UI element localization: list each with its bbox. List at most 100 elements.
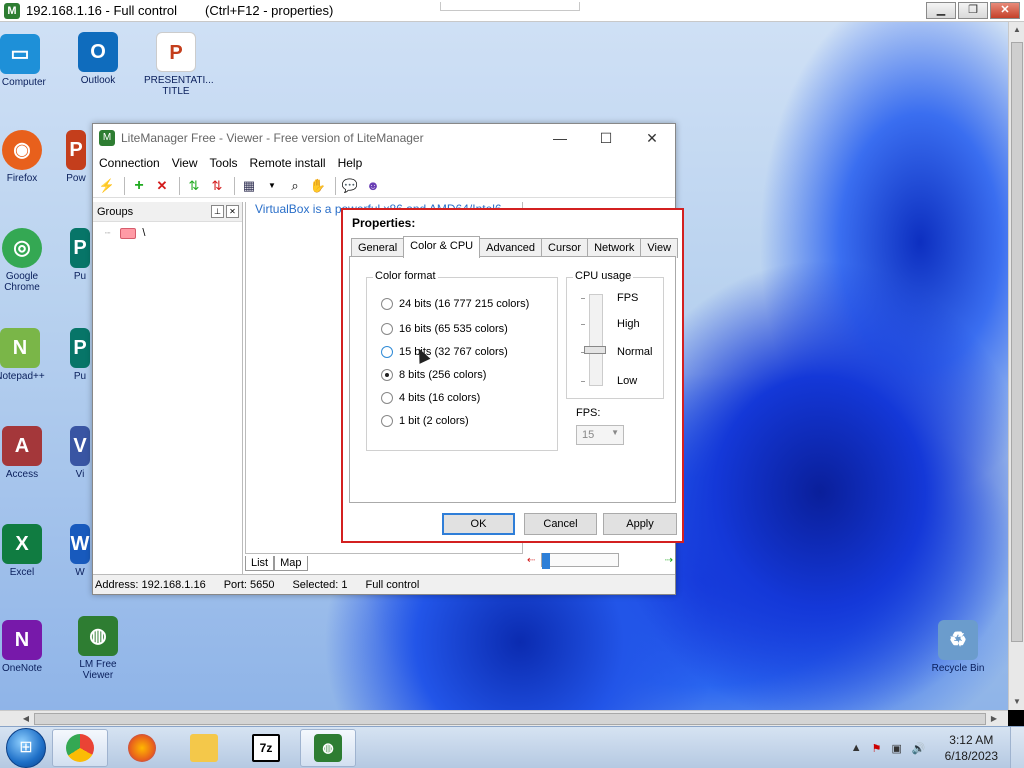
lm-titlebar: M LiteManager Free - Viewer - Free versi… bbox=[93, 124, 675, 152]
hand-icon[interactable]: ✋ bbox=[308, 176, 328, 196]
color-option-8bit[interactable]: 8 bits (256 colors) bbox=[381, 369, 486, 381]
desktop-icon-firefox[interactable]: ◉ Firefox bbox=[0, 130, 54, 184]
scroll-down-icon[interactable]: ▼ bbox=[1009, 694, 1024, 710]
menu-remote-install[interactable]: Remote install bbox=[250, 156, 326, 170]
desktop-icon-access[interactable]: A Access bbox=[0, 426, 54, 480]
desktop-icon-label: W bbox=[75, 567, 85, 578]
scroll-up-icon[interactable]: ▲ bbox=[1009, 22, 1024, 38]
color-option-16bit[interactable]: 16 bits (65 535 colors) bbox=[381, 323, 508, 335]
radio-button[interactable] bbox=[381, 346, 393, 358]
pin-icon[interactable]: ⊥ bbox=[211, 205, 224, 218]
vertical-scrollbar[interactable]: ▲ ▼ bbox=[1008, 22, 1024, 710]
lm-minimize-button[interactable]: — bbox=[537, 124, 583, 152]
tab-list[interactable]: List bbox=[245, 556, 275, 571]
menu-connection[interactable]: Connection bbox=[99, 156, 160, 170]
clock[interactable]: 3:12 AM 6/18/2023 bbox=[945, 732, 998, 764]
tree-root[interactable]: ┈ \ bbox=[93, 222, 242, 239]
radio-button[interactable] bbox=[381, 392, 393, 404]
network-icon[interactable]: ▣ bbox=[892, 742, 902, 755]
cpu-level-fps: FPS bbox=[617, 292, 639, 304]
desktop-icon-onenote[interactable]: N OneNote bbox=[0, 620, 54, 674]
volume-icon[interactable]: 🔊 bbox=[912, 742, 926, 755]
connect-icon[interactable]: ⚡ bbox=[97, 176, 117, 196]
user-group-icon[interactable]: ☻ bbox=[363, 176, 383, 196]
vertical-scrollbar-thumb[interactable] bbox=[1011, 42, 1023, 642]
view-mode-icon[interactable]: ▦ bbox=[239, 176, 259, 196]
desktop-icon-lm-viewer[interactable]: ◍ LM Free Viewer bbox=[66, 616, 130, 681]
desktop-icon-recycle-bin[interactable]: ♻ Recycle Bin bbox=[926, 620, 990, 674]
desktop-icon-computer[interactable]: ▭ y Computer bbox=[0, 34, 52, 88]
minimize-button[interactable]: ▁ bbox=[926, 2, 956, 19]
show-desktop-button[interactable] bbox=[1010, 727, 1024, 768]
scroll-right-icon[interactable]: ▶ bbox=[986, 711, 1002, 727]
close-panel-icon[interactable]: ✕ bbox=[226, 205, 239, 218]
tab-color-cpu[interactable]: Color & CPU bbox=[403, 236, 481, 258]
swap-icon[interactable]: ⇅ bbox=[207, 176, 227, 196]
desktop-icon-label: Firefox bbox=[6, 173, 38, 184]
zoom-out-icon[interactable]: ⇠ bbox=[527, 555, 535, 566]
desktop-icon-outlook[interactable]: O Outlook bbox=[66, 32, 130, 86]
color-option-15bit[interactable]: 15 bits (32 767 colors) bbox=[381, 346, 508, 358]
close-button[interactable]: ✕ bbox=[990, 2, 1020, 19]
tab-view[interactable]: View bbox=[640, 238, 679, 258]
start-button[interactable]: ⊞ bbox=[6, 727, 46, 768]
refresh-icon[interactable]: ⇅ bbox=[184, 176, 204, 196]
delete-icon[interactable]: ✕ bbox=[152, 176, 172, 196]
status-port: Port: 5650 bbox=[223, 578, 275, 591]
groups-panel: Groups ⊥ ✕ ┈ \ bbox=[93, 202, 243, 576]
restore-button[interactable]: ❐ bbox=[958, 2, 988, 19]
apply-button[interactable]: Apply bbox=[603, 513, 677, 535]
dropdown-arrow-icon[interactable]: ▼ bbox=[262, 176, 282, 196]
menu-tools[interactable]: Tools bbox=[210, 156, 238, 170]
menu-view[interactable]: View bbox=[172, 156, 198, 170]
ok-button[interactable]: OK bbox=[442, 513, 515, 535]
color-option-4bit[interactable]: 4 bits (16 colors) bbox=[381, 392, 480, 404]
show-hidden-icons-icon[interactable]: ▲ bbox=[851, 742, 862, 754]
desktop-icon-presentation[interactable]: P PRESENTATI... TITLE bbox=[144, 32, 214, 97]
tab-cursor[interactable]: Cursor bbox=[541, 238, 589, 258]
fps-select[interactable]: 15 ▼ bbox=[576, 425, 624, 445]
search-icon[interactable]: ⌕ bbox=[285, 176, 305, 196]
horizontal-scrollbar[interactable]: ◀ ▶ bbox=[0, 710, 1008, 726]
radio-button[interactable] bbox=[381, 298, 393, 310]
tab-general[interactable]: General bbox=[351, 238, 405, 258]
desktop-icon-excel[interactable]: X Excel bbox=[0, 524, 54, 578]
cpu-level-low: Low bbox=[617, 375, 638, 387]
desktop-icon-label: Google Chrome bbox=[4, 271, 40, 293]
desktop-icon-chrome[interactable]: ◎ Google Chrome bbox=[0, 228, 54, 293]
desktop-icon-notepadpp[interactable]: N Notepad++ bbox=[0, 328, 52, 382]
taskbar-file-explorer[interactable] bbox=[176, 729, 232, 767]
chat-icon[interactable]: 💬 bbox=[340, 176, 360, 196]
radio-button[interactable] bbox=[381, 323, 393, 335]
taskbar-litemanager[interactable]: ◍ bbox=[300, 728, 356, 767]
color-option-24bit[interactable]: 24 bits (16 777 215 colors) bbox=[381, 298, 529, 310]
radio-button[interactable] bbox=[381, 369, 393, 381]
add-icon[interactable]: + bbox=[129, 176, 149, 196]
desktop-icon-label: OneNote bbox=[1, 663, 43, 674]
desktop-icon-powerpoint[interactable]: P Pow bbox=[56, 130, 96, 184]
radio-button[interactable] bbox=[381, 415, 393, 427]
desktop-icon-label: y Computer bbox=[0, 77, 46, 88]
toolbar-separator bbox=[234, 176, 235, 195]
zoom-slider[interactable] bbox=[541, 553, 619, 569]
taskbar-firefox[interactable] bbox=[114, 729, 170, 767]
tab-advanced[interactable]: Advanced bbox=[479, 238, 543, 258]
tab-map[interactable]: Map bbox=[274, 556, 308, 571]
cpu-usage-slider[interactable] bbox=[589, 294, 603, 386]
taskbar-chrome[interactable] bbox=[52, 728, 108, 767]
color-option-1bit[interactable]: 1 bit (2 colors) bbox=[381, 415, 469, 427]
horizontal-scrollbar-thumb[interactable] bbox=[34, 713, 986, 725]
zoom-in-icon[interactable]: ⇢ bbox=[665, 555, 673, 566]
action-center-icon[interactable]: ⚑ bbox=[872, 742, 882, 755]
toolbar-pull-handle[interactable] bbox=[440, 2, 580, 11]
taskbar-7zip[interactable]: 7z bbox=[238, 729, 294, 767]
cpu-usage-slider-thumb[interactable] bbox=[584, 346, 606, 354]
cancel-button[interactable]: Cancel bbox=[524, 513, 597, 535]
tab-network[interactable]: Network bbox=[587, 238, 642, 258]
zoom-slider-thumb[interactable] bbox=[542, 553, 551, 569]
scroll-left-icon[interactable]: ◀ bbox=[18, 711, 34, 727]
lm-maximize-button[interactable]: ☐ bbox=[583, 124, 629, 152]
lm-close-button[interactable]: ✕ bbox=[629, 124, 675, 152]
menu-help[interactable]: Help bbox=[338, 156, 363, 170]
slider-tick bbox=[581, 298, 585, 299]
